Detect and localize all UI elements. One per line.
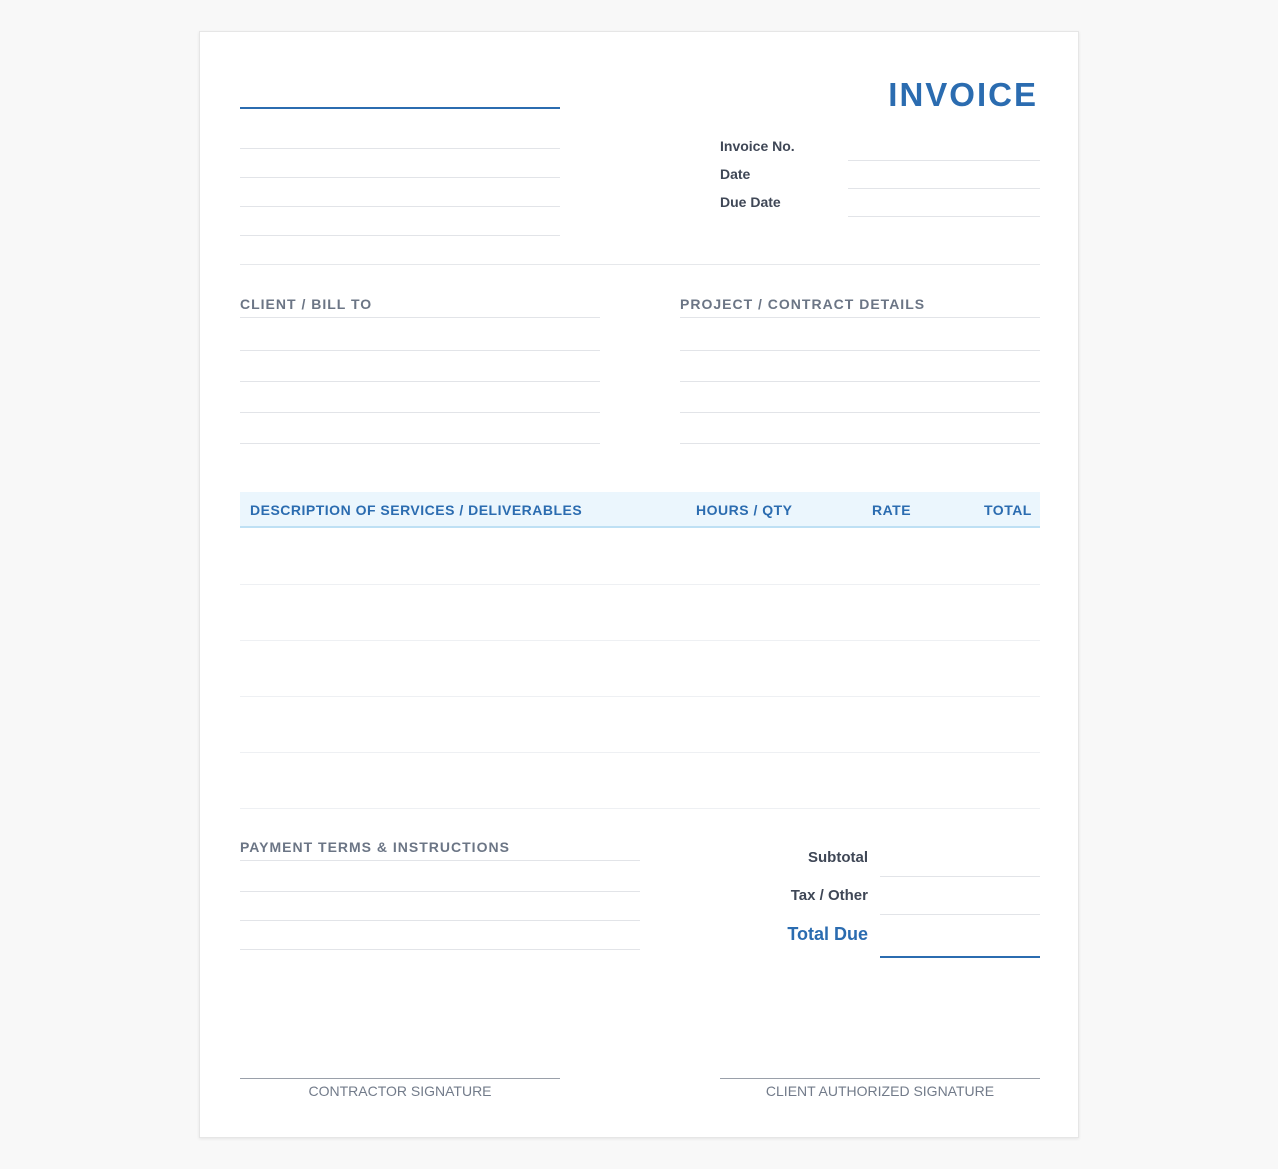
total-due-field[interactable] [880, 956, 1040, 958]
column-description: DESCRIPTION OF SERVICES / DELIVERABLES [250, 502, 583, 518]
project-line-2[interactable] [680, 381, 1040, 382]
column-hours-qty: HOURS / QTY [696, 502, 793, 518]
payment-line-2[interactable] [240, 920, 640, 921]
column-rate: RATE [872, 502, 912, 518]
project-underline [680, 317, 1040, 318]
payment-line-1[interactable] [240, 891, 640, 892]
project-line-1[interactable] [680, 350, 1040, 351]
due-date-label: Due Date [720, 194, 781, 210]
client-underline [240, 317, 600, 318]
payment-underline [240, 860, 640, 861]
invoice-page: INVOICE Invoice No. Date Due Date CLIENT… [199, 31, 1079, 1138]
company-address-line-2[interactable] [240, 177, 560, 178]
services-table-header: DESCRIPTION OF SERVICES / DELIVERABLES H… [240, 492, 1040, 528]
client-signature-label: CLIENT AUTHORIZED SIGNATURE [765, 1083, 995, 1099]
table-row[interactable] [240, 640, 1040, 641]
table-row[interactable] [240, 752, 1040, 753]
client-line-4[interactable] [240, 443, 600, 444]
client-signature-line[interactable] [720, 1078, 1040, 1079]
header-divider [240, 264, 1040, 265]
contractor-signature-label: CONTRACTOR SIGNATURE [308, 1083, 492, 1099]
client-line-1[interactable] [240, 350, 600, 351]
invoice-title: INVOICE [888, 76, 1038, 113]
company-address-line-4[interactable] [240, 235, 560, 236]
company-name-field[interactable] [240, 107, 560, 109]
company-address-line-1[interactable] [240, 148, 560, 149]
table-row[interactable] [240, 696, 1040, 697]
table-row[interactable] [240, 584, 1040, 585]
contractor-signature-line[interactable] [240, 1078, 560, 1079]
invoice-no-field[interactable] [848, 160, 1040, 161]
subtotal-label: Subtotal [808, 849, 868, 866]
project-line-3[interactable] [680, 412, 1040, 413]
invoice-no-label: Invoice No. [720, 138, 795, 154]
client-line-2[interactable] [240, 381, 600, 382]
tax-label: Tax / Other [790, 887, 868, 904]
total-due-label: Total Due [787, 924, 868, 944]
table-row[interactable] [240, 808, 1040, 809]
payment-terms-label: PAYMENT TERMS & INSTRUCTIONS [240, 839, 510, 855]
tax-field[interactable] [880, 914, 1040, 915]
company-address-line-3[interactable] [240, 206, 560, 207]
subtotal-field[interactable] [880, 876, 1040, 877]
client-section-label: CLIENT / BILL TO [240, 296, 373, 312]
column-total: TOTAL [984, 502, 1032, 518]
date-label: Date [720, 166, 751, 182]
project-line-4[interactable] [680, 443, 1040, 444]
client-line-3[interactable] [240, 412, 600, 413]
project-section-label: PROJECT / CONTRACT DETAILS [680, 296, 926, 312]
due-date-field[interactable] [848, 216, 1040, 217]
payment-line-3[interactable] [240, 949, 640, 950]
date-field[interactable] [848, 188, 1040, 189]
